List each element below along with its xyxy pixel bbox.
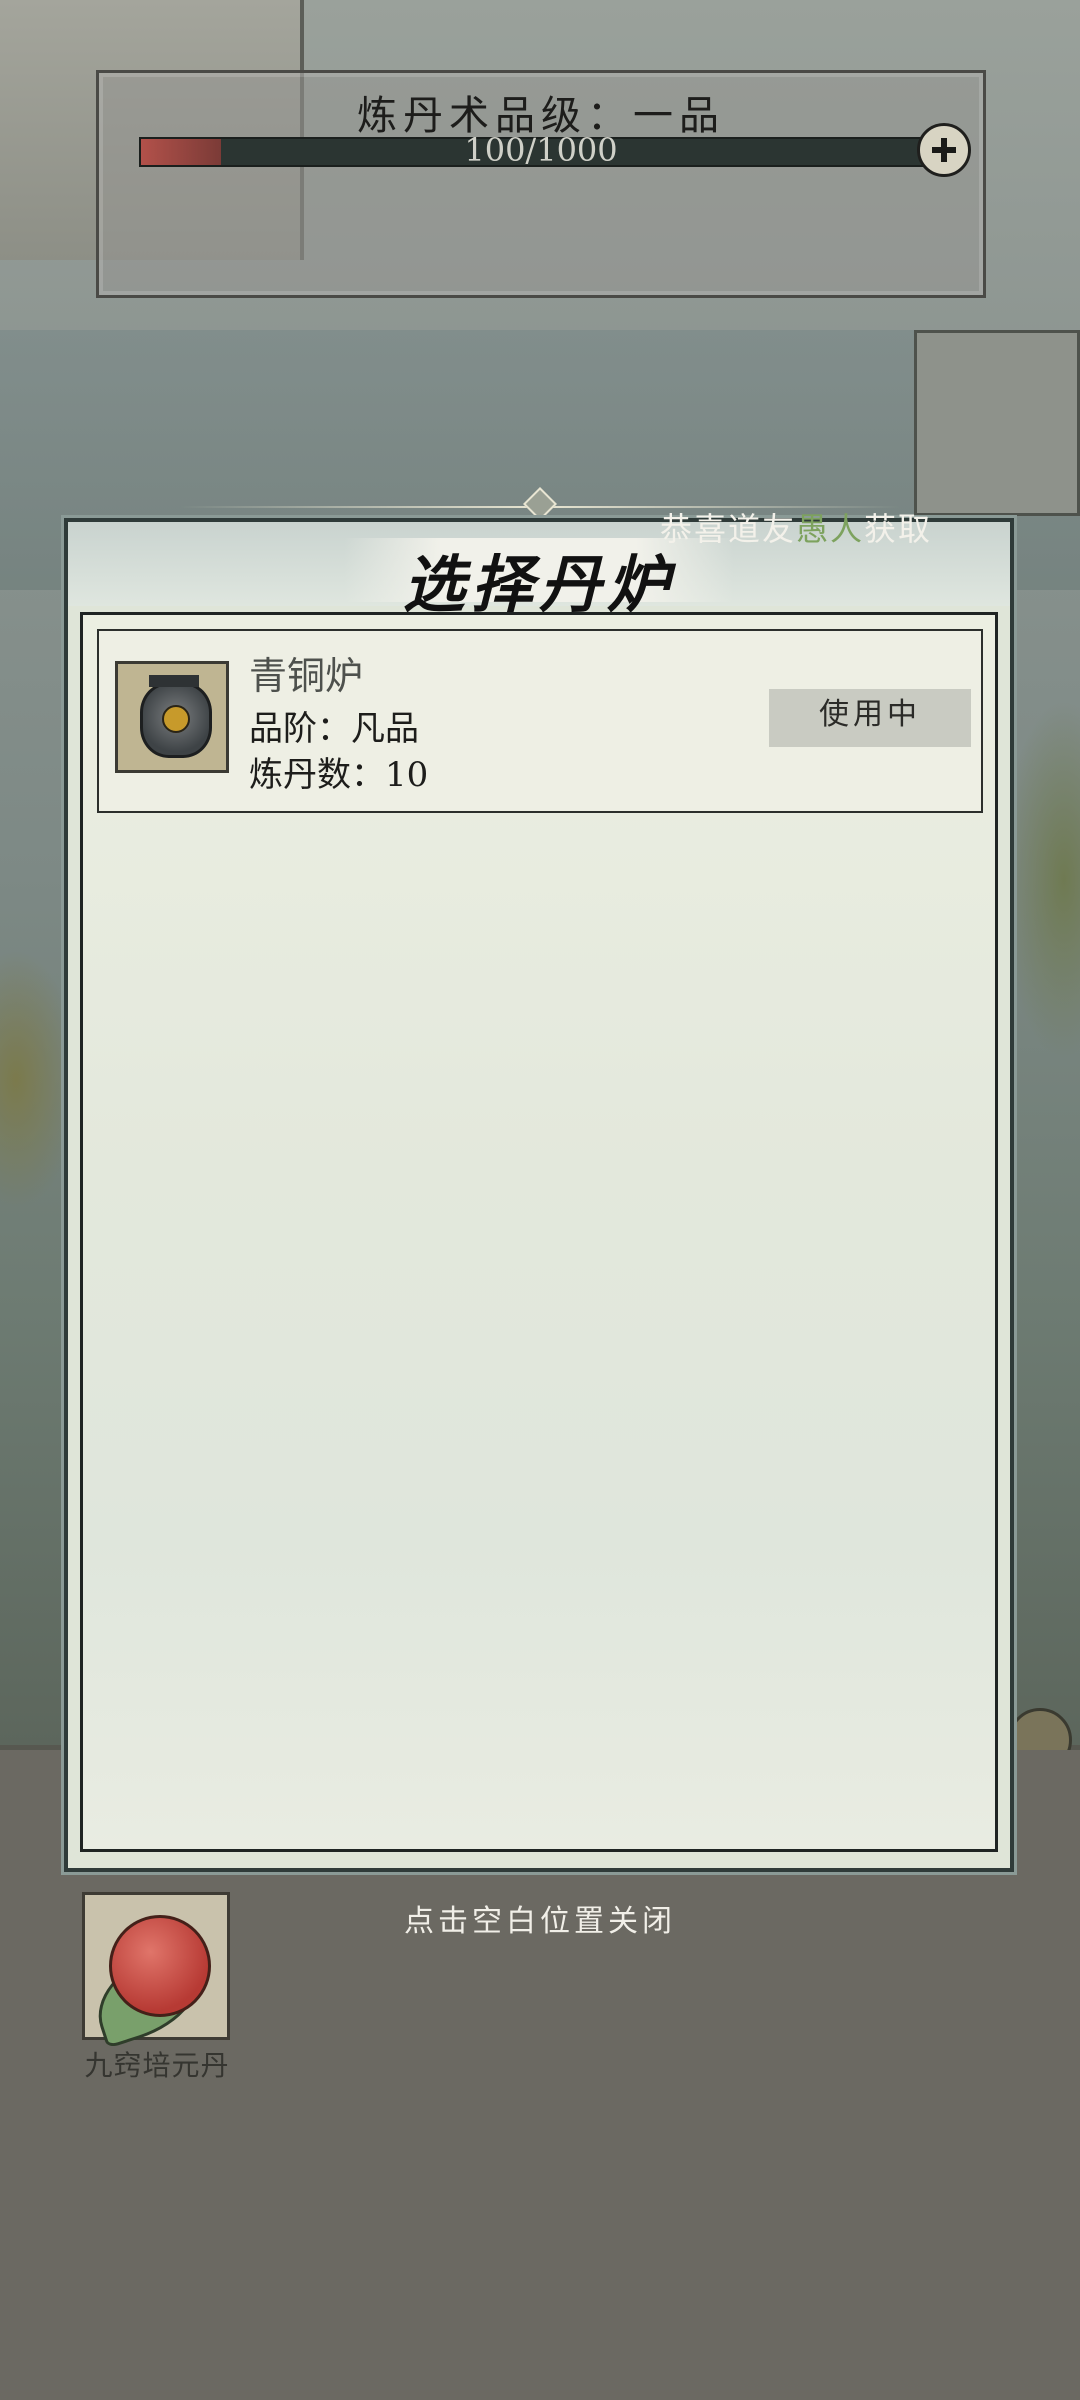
alchemy-level-panel: 炼丹术品级：一品 100/1000 bbox=[96, 70, 986, 298]
alchemy-progress-bar: 100/1000 bbox=[139, 131, 943, 169]
plus-icon[interactable] bbox=[917, 123, 971, 177]
pill-name: 九窍培元丹 bbox=[84, 2049, 230, 2082]
congrats-notice: 恭喜道友愚人获取 bbox=[660, 504, 932, 550]
plus-icon-vertical bbox=[941, 138, 947, 162]
furnace-list-item[interactable]: 青铜炉 品阶：凡品 炼丹数：10 使用中 bbox=[97, 629, 983, 813]
bronze-furnace-icon bbox=[115, 661, 229, 773]
congrats-prefix: 恭喜道友 bbox=[660, 510, 797, 548]
congrats-player-name: 愚人 bbox=[796, 510, 865, 548]
congrats-suffix: 获取 bbox=[864, 510, 933, 548]
background-pavilion bbox=[914, 330, 1080, 516]
furnace-pot-shape bbox=[140, 675, 212, 758]
furnace-list: 青铜炉 品阶：凡品 炼丹数：10 使用中 bbox=[80, 612, 998, 1852]
furnace-refine-count: 炼丹数：10 bbox=[249, 755, 429, 795]
in-use-button[interactable]: 使用中 bbox=[769, 689, 971, 747]
furnace-pot-rim bbox=[149, 675, 199, 687]
pill-icon[interactable] bbox=[82, 1892, 230, 2049]
pill-ball bbox=[109, 1915, 211, 2017]
select-furnace-modal: 选择丹炉 青铜炉 品阶：凡品 炼丹数：10 使用中 bbox=[64, 518, 1014, 1872]
alchemy-progress-text: 100/1000 bbox=[464, 131, 618, 169]
furnace-grade: 品阶：凡品 bbox=[249, 709, 419, 749]
yin-yang-icon bbox=[162, 705, 190, 733]
furnace-name: 青铜炉 bbox=[249, 654, 364, 698]
